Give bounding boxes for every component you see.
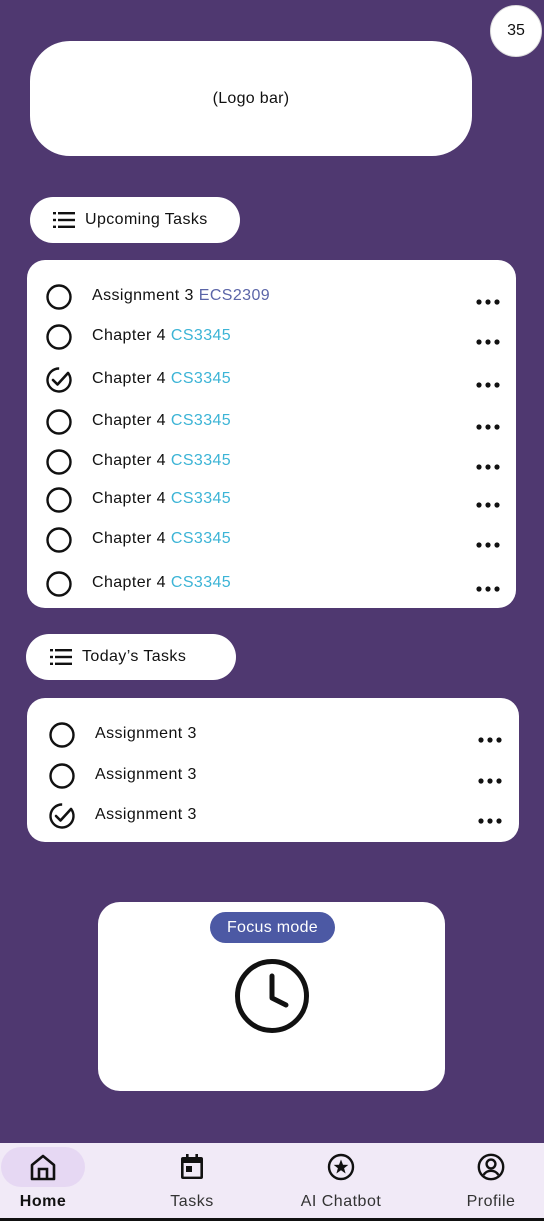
upcoming-tasks-list: Assignment 3 ECS2309 Chapter 4 CS3345 Chapte…	[27, 260, 516, 608]
task-row: Chapter 4 CS3345	[27, 365, 516, 395]
task-course-code: CS3345	[170, 327, 232, 344]
upcoming-tasks-header[interactable]: Upcoming Tasks	[30, 197, 240, 243]
task-name: Assignment 3	[95, 766, 197, 783]
task-name: Chapter 4	[92, 574, 166, 591]
more-options-icon[interactable]	[476, 376, 500, 388]
more-options-icon[interactable]	[478, 731, 502, 743]
more-options-icon[interactable]	[476, 458, 500, 470]
task-row: Chapter 4 CS3345	[27, 485, 516, 515]
todays-tasks-list: Assignment 3 Assignment 3 Assignment 3	[27, 698, 519, 842]
task-name: Assignment 3	[95, 725, 197, 742]
nav-label-tasks: Tasks	[170, 1193, 214, 1210]
list-icon	[50, 649, 72, 665]
star-icon	[327, 1153, 355, 1181]
unchecked-circle-icon[interactable]	[45, 408, 73, 436]
task-course-code: ECS2309	[198, 287, 271, 304]
checked-circle-icon[interactable]	[45, 366, 73, 394]
task-name: Assignment 3	[95, 806, 197, 823]
nav-item-tasks[interactable]: Tasks	[127, 1143, 257, 1221]
task-name: Chapter 4	[92, 412, 166, 429]
task-text[interactable]: Assignment 3 ECS2309	[92, 287, 270, 305]
more-options-icon[interactable]	[476, 418, 500, 430]
task-text[interactable]: Chapter 4 CS3345	[92, 412, 231, 430]
unchecked-circle-icon[interactable]	[48, 762, 76, 790]
badge-count: 35	[507, 22, 525, 39]
task-row: Chapter 4 CS3345	[27, 525, 516, 555]
task-name: Chapter 4	[92, 530, 166, 547]
unchecked-circle-icon[interactable]	[45, 323, 73, 351]
task-row: Assignment 3	[27, 761, 519, 791]
unchecked-circle-icon[interactable]	[45, 448, 73, 476]
unchecked-circle-icon[interactable]	[45, 486, 73, 514]
checked-circle-icon[interactable]	[48, 802, 76, 830]
task-course-code: CS3345	[170, 530, 232, 547]
nav-label-home: Home	[19, 1193, 67, 1210]
task-text[interactable]: Chapter 4 CS3345	[92, 490, 231, 508]
nav-label-profile: Profile	[466, 1193, 516, 1210]
task-row: Assignment 3 ECS2309	[27, 282, 516, 312]
task-text[interactable]: Assignment 3	[95, 766, 197, 784]
focus-mode-button[interactable]: Focus mode	[210, 912, 335, 943]
task-text[interactable]: Chapter 4 CS3345	[92, 370, 231, 388]
bottom-navigation: Home Tasks AI Chatbot Profile	[0, 1143, 544, 1221]
task-course-code: CS3345	[170, 490, 232, 507]
notification-count-badge[interactable]: 35	[490, 5, 542, 57]
task-row: Assignment 3	[27, 720, 519, 750]
more-options-icon[interactable]	[476, 536, 500, 548]
task-row: Chapter 4 CS3345	[27, 447, 516, 477]
todays-tasks-header[interactable]: Today’s Tasks	[26, 634, 236, 680]
task-row: Assignment 3	[27, 801, 519, 831]
task-text[interactable]: Chapter 4 CS3345	[92, 574, 231, 592]
task-course-code: CS3345	[170, 412, 232, 429]
task-text[interactable]: Chapter 4 CS3345	[92, 530, 231, 548]
unchecked-circle-icon[interactable]	[45, 283, 73, 311]
nav-label-ai-chatbot: AI Chatbot	[300, 1193, 382, 1210]
task-text[interactable]: Chapter 4 CS3345	[92, 327, 231, 345]
logo-bar-text: (Logo bar)	[212, 89, 290, 107]
logo-bar: (Logo bar)	[30, 41, 472, 156]
task-text[interactable]: Chapter 4 CS3345	[92, 452, 231, 470]
unchecked-circle-icon[interactable]	[45, 570, 73, 598]
focus-mode-label: Focus mode	[226, 918, 319, 936]
task-text[interactable]: Assignment 3	[95, 806, 197, 824]
todays-tasks-title: Today’s Tasks	[82, 648, 187, 665]
nav-item-ai-chatbot[interactable]: AI Chatbot	[276, 1143, 406, 1221]
focus-mode-card: Focus mode	[98, 902, 445, 1091]
task-name: Chapter 4	[92, 490, 166, 507]
more-options-icon[interactable]	[478, 812, 502, 824]
unchecked-circle-icon[interactable]	[48, 721, 76, 749]
task-name: Chapter 4	[92, 452, 166, 469]
more-options-icon[interactable]	[476, 293, 500, 305]
home-icon	[30, 1154, 56, 1181]
task-course-code: CS3345	[170, 452, 232, 469]
more-options-icon[interactable]	[476, 496, 500, 508]
task-name: Chapter 4	[92, 327, 166, 344]
task-course-code: CS3345	[170, 574, 232, 591]
task-row: Chapter 4 CS3345	[27, 407, 516, 437]
task-row: Chapter 4 CS3345	[27, 322, 516, 352]
task-name: Chapter 4	[92, 370, 166, 387]
more-options-icon[interactable]	[478, 772, 502, 784]
more-options-icon[interactable]	[476, 333, 500, 345]
clock-icon[interactable]	[234, 958, 310, 1034]
nav-item-home[interactable]: Home	[0, 1143, 108, 1221]
task-row: Chapter 4 CS3345	[27, 569, 516, 599]
list-icon	[53, 212, 75, 228]
unchecked-circle-icon[interactable]	[45, 526, 73, 554]
task-course-code: CS3345	[170, 370, 232, 387]
account-icon	[477, 1153, 505, 1181]
upcoming-tasks-title: Upcoming Tasks	[85, 211, 208, 228]
calendar-icon	[181, 1154, 203, 1179]
task-text[interactable]: Assignment 3	[95, 725, 197, 743]
task-name: Assignment 3	[92, 287, 194, 304]
nav-item-profile[interactable]: Profile	[426, 1143, 544, 1221]
more-options-icon[interactable]	[476, 580, 500, 592]
